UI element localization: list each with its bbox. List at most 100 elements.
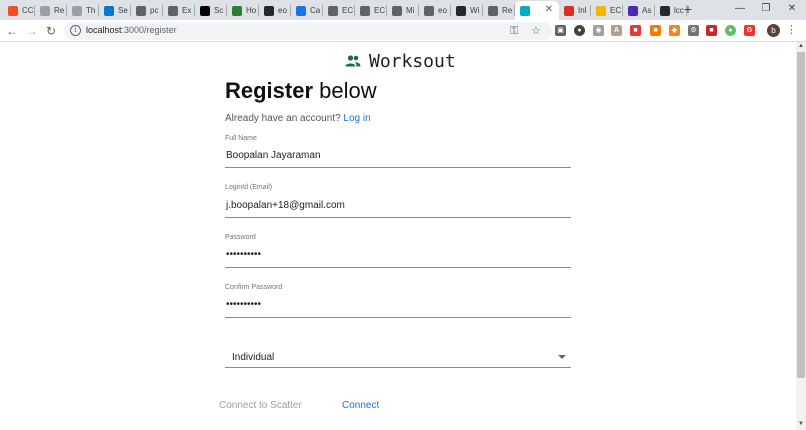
- password-field[interactable]: Password ••••••••••: [225, 234, 571, 268]
- page-icon: [72, 5, 82, 16]
- forward-icon[interactable]: →: [24, 23, 40, 39]
- disabled-icon: [424, 5, 434, 16]
- restore-icon[interactable]: ❐: [758, 2, 774, 16]
- tab[interactable]: EC: [591, 1, 623, 20]
- field-underline: [225, 167, 571, 168]
- key-icon[interactable]: ⚿: [510, 25, 518, 37]
- extension-icon[interactable]: ■: [630, 25, 641, 36]
- tab[interactable]: Th: [67, 1, 99, 20]
- hubspot-icon: [232, 5, 242, 16]
- azure-icon: [104, 5, 114, 16]
- tab-label: eo: [278, 6, 287, 15]
- field-underline: [225, 317, 571, 318]
- tab[interactable]: Ca: [291, 1, 323, 20]
- extension-icon[interactable]: A: [611, 25, 622, 36]
- tab-label: Se: [118, 6, 128, 15]
- tab[interactable]: CC: [3, 1, 35, 20]
- tab[interactable]: Mi: [387, 1, 419, 20]
- tab[interactable]: Se: [99, 1, 131, 20]
- tab[interactable]: Wi: [451, 1, 483, 20]
- people-icon: [345, 55, 361, 67]
- tab-label: eo: [438, 6, 447, 15]
- notion-icon: [200, 5, 210, 16]
- tab[interactable]: ✕: [515, 1, 559, 20]
- tab-label: EC: [342, 6, 354, 15]
- tab[interactable]: Sc: [195, 1, 227, 20]
- flask-icon: [168, 5, 178, 16]
- email-input[interactable]: j.boopalan+18@gmail.com: [226, 200, 345, 211]
- field-underline: [225, 267, 571, 268]
- minimize-icon[interactable]: —: [732, 2, 748, 16]
- tab[interactable]: EC: [323, 1, 355, 20]
- calendar-icon: [296, 5, 306, 16]
- tab[interactable]: EC: [355, 1, 387, 20]
- extension-icon[interactable]: ▣: [555, 25, 566, 36]
- tab-label: Mi: [406, 6, 415, 15]
- extension-icon[interactable]: ⚙: [688, 25, 699, 36]
- tab-label: Re: [502, 6, 513, 15]
- tab-label: Th: [86, 6, 96, 15]
- connect-to-scatter-button[interactable]: Connect to Scatter: [219, 400, 302, 411]
- tab[interactable]: Re: [35, 1, 67, 20]
- reload-icon[interactable]: ↻: [43, 23, 59, 39]
- full-name-label: Full Name: [225, 135, 257, 142]
- tab-label: CC: [22, 6, 34, 15]
- tab-label: pc: [150, 6, 159, 15]
- diamond-icon: [392, 5, 402, 16]
- brand-name: Worksout: [369, 50, 456, 72]
- new-tab-button[interactable]: +: [680, 2, 696, 18]
- scroll-up-icon[interactable]: ▲: [798, 43, 804, 49]
- camera-icon[interactable]: ◉: [593, 25, 604, 36]
- github-icon: [264, 5, 274, 16]
- tab[interactable]: Ho: [227, 1, 259, 20]
- flask-icon: [360, 5, 370, 16]
- chevron-down-icon[interactable]: [558, 355, 566, 359]
- login-link[interactable]: Log in: [343, 113, 370, 124]
- back-icon[interactable]: ←: [4, 23, 20, 39]
- star-icon[interactable]: ☆: [531, 25, 541, 37]
- login-prompt: Already have an account? Log in: [225, 113, 371, 124]
- confirm-password-input[interactable]: ••••••••••: [226, 299, 261, 310]
- field-underline: [225, 367, 571, 368]
- tab-label: Sc: [214, 6, 224, 15]
- password-label: Password: [225, 234, 256, 241]
- connect-button[interactable]: Connect: [342, 400, 379, 411]
- scrollbar-thumb[interactable]: [797, 52, 805, 378]
- flask-icon: [328, 5, 338, 16]
- tab-label: As: [642, 6, 652, 15]
- tab-label: Inl: [578, 6, 587, 15]
- menu-icon[interactable]: ⋮: [786, 23, 797, 36]
- address-bar[interactable]: i localhost:3000/register ⚿ ☆: [64, 22, 552, 40]
- browser-toolbar: ← → ↻ i localhost:3000/register ⚿ ☆ ▣ ● …: [0, 20, 806, 42]
- tab-label: EC: [610, 6, 622, 15]
- tab[interactable]: eo: [419, 1, 451, 20]
- scroll-down-icon[interactable]: ▼: [798, 421, 804, 427]
- extension-icon[interactable]: G: [744, 25, 755, 36]
- tab[interactable]: pc: [131, 1, 163, 20]
- tab[interactable]: Ex: [163, 1, 195, 20]
- confirm-password-field[interactable]: Confirm Password ••••••••••: [225, 284, 571, 318]
- extension-icon[interactable]: ■: [706, 25, 717, 36]
- tab[interactable]: eo: [259, 1, 291, 20]
- tab[interactable]: As: [623, 1, 655, 20]
- full-name-input[interactable]: Boopalan Jayaraman: [226, 150, 321, 161]
- close-window-icon[interactable]: ✕: [784, 2, 800, 16]
- profile-avatar[interactable]: b: [767, 24, 780, 37]
- full-name-field[interactable]: Full Name Boopalan Jayaraman: [225, 135, 571, 169]
- extension-icon[interactable]: ●: [725, 25, 736, 36]
- info-icon[interactable]: i: [70, 25, 81, 36]
- tab-label: Ex: [182, 6, 192, 15]
- asana-icon: [628, 5, 638, 16]
- github-icon: [660, 5, 670, 16]
- email-field[interactable]: LoginId (Email) j.boopalan+18@gmail.com: [225, 184, 571, 218]
- close-tab-icon[interactable]: ✕: [545, 4, 553, 15]
- url-text: localhost:3000/register: [86, 25, 177, 35]
- password-input[interactable]: ••••••••••: [226, 249, 261, 260]
- extension-icon[interactable]: ●: [574, 25, 585, 36]
- extension-icon[interactable]: ■: [650, 25, 661, 36]
- tab[interactable]: Inl: [559, 1, 591, 20]
- tab-label: Ca: [310, 6, 321, 15]
- account-type-select[interactable]: Individual: [225, 346, 571, 368]
- metamask-icon[interactable]: ◆: [669, 25, 680, 36]
- tab[interactable]: Re: [483, 1, 515, 20]
